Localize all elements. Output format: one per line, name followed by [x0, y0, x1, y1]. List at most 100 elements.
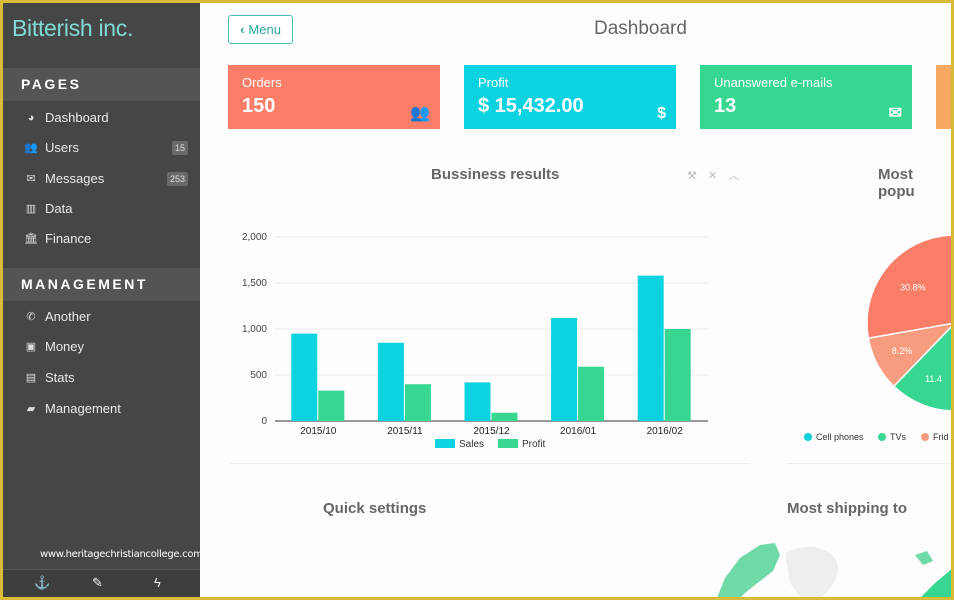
y-tick-label: 500: [250, 370, 267, 381]
x-tick-label: 2016/02: [647, 426, 684, 437]
money-icon: ▣: [25, 341, 37, 353]
stat-card-profit[interactable]: Profit $ 15,432.00 $: [464, 65, 676, 129]
chevron-left-icon: ‹: [240, 22, 245, 37]
legend-swatch-sales: [435, 439, 455, 448]
sidebar-item-label: Money: [45, 339, 85, 354]
sidebar-footer: ⚓ ✎ ϟ: [3, 569, 200, 597]
panel-tools: ⚒ ✕ ︿: [687, 167, 747, 183]
sidebar-item-another[interactable]: ✆ Another: [3, 304, 200, 330]
stat-value: $ 15,432.00: [478, 95, 584, 117]
stat-card-partial[interactable]: [936, 65, 951, 129]
x-tick-label: 2015/12: [473, 426, 510, 437]
sidebar-item-data[interactable]: ▥ Data: [3, 196, 200, 222]
envelope-icon: ✉: [888, 105, 902, 122]
wrench-icon[interactable]: ⚒: [687, 170, 697, 182]
stat-card-orders[interactable]: Orders 150 👥: [228, 65, 440, 129]
bar-profit-2015-12: [491, 412, 518, 421]
close-icon[interactable]: ✕: [708, 170, 717, 182]
bolt-icon[interactable]: ϟ: [154, 575, 161, 590]
book-icon: ▰: [26, 403, 36, 415]
watermark-text: www.heritagechristiancollege.com: [40, 549, 203, 560]
anchor-icon[interactable]: ⚓: [34, 575, 50, 591]
stat-label: Profit: [478, 75, 509, 90]
quick-settings-title: Quick settings: [323, 500, 427, 517]
x-tick-label: 2015/11: [387, 426, 423, 437]
sidebar: Bitterish inc. PAGES ◕ Dashboard 👥 Users…: [3, 3, 203, 597]
sidebar-item-stats[interactable]: ▤ Stats: [3, 365, 200, 391]
y-tick-label: 1,500: [242, 278, 267, 289]
bar-sales-2015-10: [291, 333, 318, 421]
sidebar-item-label: Dashboard: [45, 110, 109, 125]
bar-profit-2015-10: [318, 390, 345, 421]
bar-profit-2015-11: [404, 384, 431, 421]
app-window: Bitterish inc. PAGES ◕ Dashboard 👥 Users…: [3, 3, 951, 597]
users-icon: 👥: [410, 105, 430, 122]
stat-value: 150: [242, 95, 276, 117]
pie-legend-dot: [878, 433, 886, 441]
sidebar-item-management[interactable]: ▰ Management: [3, 396, 200, 422]
section-management-heading: MANAGEMENT: [3, 268, 200, 301]
no-edit-icon[interactable]: ✎: [92, 575, 103, 591]
business-results-bar-chart: 0 500 1,000 1,500 2,000 2015/10 2015/11 2015/12…: [242, 232, 708, 450]
legend-swatch-profit: [498, 439, 518, 448]
most-popular-title: Most popu: [878, 166, 915, 200]
stat-value: 13: [714, 95, 737, 117]
dollar-icon: $: [657, 105, 666, 122]
sidebar-item-label: Messages: [45, 171, 105, 186]
sidebar-item-label: Users: [45, 140, 79, 155]
map-region-europe: [915, 551, 933, 565]
messages-count-badge: 253: [166, 172, 188, 186]
menu-button[interactable]: ‹ Menu: [228, 15, 293, 44]
pie-legend-label: Cell phones: [816, 432, 864, 442]
pie-legend-label: Frid: [933, 432, 949, 442]
y-tick-label: 1,000: [242, 324, 267, 335]
sidebar-item-label: Stats: [45, 370, 75, 385]
map-region-canada: [717, 543, 780, 597]
legend-label-profit: Profit: [522, 439, 546, 450]
bar-sales-2015-11: [377, 342, 404, 421]
pie-data-label: 8.2%: [892, 346, 913, 356]
chevron-up-icon[interactable]: ︿: [728, 170, 739, 182]
briefcase-icon: ▤: [25, 372, 37, 384]
sidebar-item-messages[interactable]: ✉ Messages 253: [3, 166, 200, 192]
sidebar-item-label: Data: [45, 201, 73, 216]
map-region-greenland: [785, 546, 838, 597]
sidebar-item-dashboard[interactable]: ◕ Dashboard: [3, 105, 200, 131]
x-tick-label: 2015/10: [300, 426, 337, 437]
pie-legend-dot: [921, 433, 929, 441]
pie-legend-label: TVs: [890, 432, 907, 442]
sidebar-item-users[interactable]: 👥 Users 15: [3, 135, 200, 161]
page-title: Dashboard: [594, 18, 687, 39]
section-pages-heading: PAGES: [3, 68, 200, 101]
sidebar-item-label: Finance: [45, 231, 92, 246]
most-shipping-title: Most shipping to: [787, 500, 907, 517]
bar-sales-2016-02: [637, 275, 664, 421]
bar-chart-icon: ▥: [25, 203, 37, 215]
bar-profit-2016-01: [578, 366, 605, 421]
y-tick-label: 2,000: [242, 232, 267, 243]
most-popular-pie-chart: 30.8% 8.2% 11.4 Cell phones TVs Frid: [804, 234, 951, 442]
business-results-title: Bussiness results: [431, 166, 560, 183]
sidebar-item-money[interactable]: ▣ Money: [3, 334, 200, 360]
pie-legend-dot: [804, 433, 812, 441]
dashboard-icon: ◕: [27, 112, 35, 124]
legend-label-sales: Sales: [459, 439, 484, 450]
users-icon: 👥: [24, 142, 38, 154]
sidebar-item-finance[interactable]: 🏛 Finance: [3, 226, 200, 252]
panel-divider: [787, 463, 951, 464]
y-tick-label: 0: [261, 416, 267, 427]
stat-label: Orders: [242, 75, 282, 90]
envelope-icon: ✉: [26, 173, 36, 185]
brand-logo[interactable]: Bitterish inc.: [12, 15, 133, 42]
main-content: ‹ Menu Dashboard Orders 150 👥 Profit $ 15…: [200, 3, 951, 597]
x-tick-label: 2016/01: [560, 426, 597, 437]
stat-card-unanswered-emails[interactable]: Unanswered e-mails 13 ✉: [700, 65, 912, 129]
sidebar-item-label: Management: [45, 401, 121, 416]
world-map: [717, 543, 951, 597]
pie-data-label: 11.4: [925, 374, 942, 384]
phone-icon: ✆: [26, 311, 36, 323]
panel-divider: [230, 463, 750, 464]
menu-button-label: Menu: [248, 22, 281, 37]
bank-icon: 🏛: [24, 233, 38, 245]
stat-label: Unanswered e-mails: [714, 75, 833, 90]
